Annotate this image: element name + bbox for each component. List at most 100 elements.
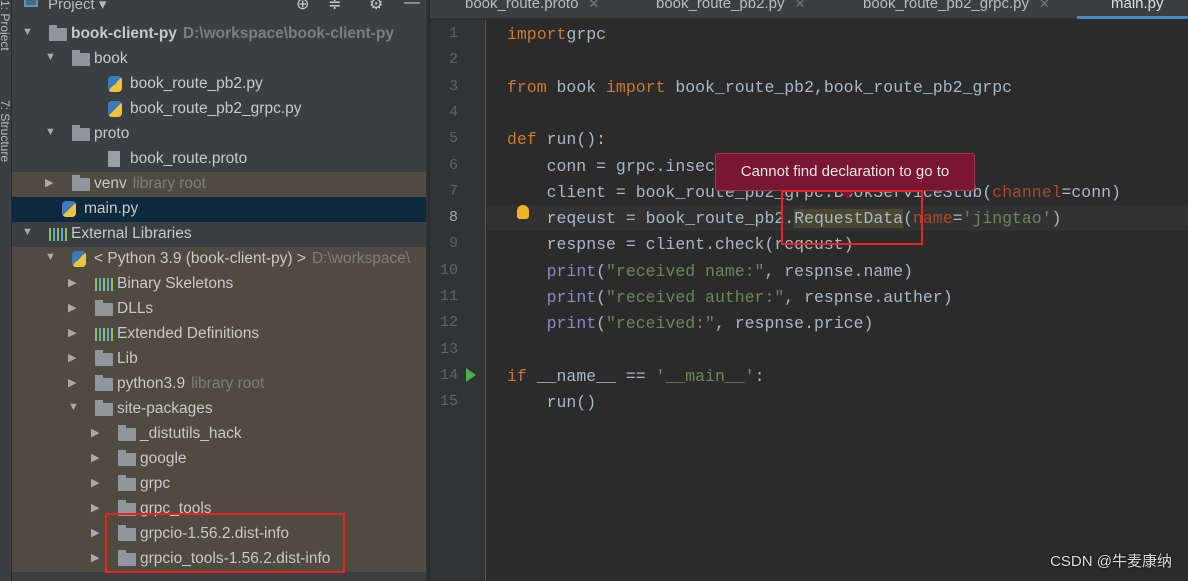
locate-icon[interactable]: ⊕ <box>296 0 309 14</box>
chevron-down-icon[interactable]: ▼ <box>22 226 33 238</box>
tree-item-label: < Python 3.9 (book-client-py) > <box>94 250 306 267</box>
code-token: , respnse.price) <box>714 314 874 334</box>
lightbulb-icon[interactable] <box>517 205 529 219</box>
line-number: 4 <box>448 103 458 121</box>
line-number: 8 <box>448 209 458 227</box>
tree-item[interactable]: main.py <box>12 197 426 222</box>
code-token: def <box>507 130 537 150</box>
project-view-dropdown[interactable]: Project ▾ <box>48 0 106 13</box>
tree-item[interactable]: book_route_pb2.py <box>12 72 426 97</box>
editor-tab[interactable]: book_route_pb2.py ✕ <box>656 0 805 12</box>
tree-item[interactable]: ▶ Lib <box>12 347 426 372</box>
tree-item[interactable]: ▶ _distutils_hack <box>12 422 426 447</box>
line-number: 5 <box>448 130 458 148</box>
code-token: print <box>546 288 597 307</box>
tree-item-hint: library root <box>191 375 265 392</box>
chevron-right-icon[interactable]: ▶ <box>91 551 99 564</box>
line-number: 9 <box>448 235 458 253</box>
code-token: =conn) <box>1061 182 1121 202</box>
tree-item-label: Binary Skeletons <box>117 275 234 292</box>
chevron-right-icon[interactable]: ▶ <box>45 176 53 189</box>
chevron-down-icon[interactable]: ▼ <box>45 251 56 263</box>
close-icon[interactable]: ✕ <box>794 0 805 11</box>
code-editor[interactable]: 1 2 3 4 5 6 7 8 9 10 11 12 13 14 15 importgrpc from boo… <box>430 20 1188 581</box>
project-tool-tab[interactable]: 1: Project <box>0 0 12 51</box>
line-number: 13 <box>439 340 458 358</box>
close-icon[interactable]: ✕ <box>1039 0 1050 11</box>
chevron-right-icon[interactable]: ▶ <box>91 526 99 539</box>
collapse-icon[interactable]: ≑ <box>328 0 341 14</box>
chevron-right-icon[interactable]: ▶ <box>91 501 99 514</box>
python-icon <box>72 251 86 267</box>
chevron-right-icon[interactable]: ▶ <box>68 301 76 314</box>
chevron-right-icon[interactable]: ▶ <box>91 426 99 439</box>
editor-tab[interactable]: main.py <box>1111 0 1164 12</box>
code-token: import <box>507 25 567 44</box>
tree-item[interactable]: ▼ < Python 3.9 (book-client-py) > D:\works… <box>12 247 426 272</box>
tree-item-label: book <box>94 50 128 67</box>
python-file-icon <box>108 76 122 92</box>
tree-item[interactable]: ▼ External Libraries <box>12 222 426 247</box>
tree-item[interactable]: book_route_pb2_grpc.py <box>12 97 426 122</box>
chevron-right-icon[interactable]: ▶ <box>68 351 76 364</box>
chevron-right-icon[interactable]: ▶ <box>68 276 76 289</box>
tree-item-label: External Libraries <box>71 225 192 242</box>
tree-item-label: book_route_pb2.py <box>130 75 263 92</box>
tree-item[interactable]: ▼ book <box>12 47 426 72</box>
code-line: run() <box>507 393 597 412</box>
chevron-right-icon[interactable]: ▶ <box>91 476 99 489</box>
project-panel: Project ▾ ⊕ ≑ ⚙ — ▼ book-client-py D:\work… <box>12 0 428 581</box>
code-token: , respnse.name) <box>764 261 913 281</box>
tree-item[interactable]: ▼ book-client-py D:\workspace\book-client-… <box>12 22 426 47</box>
code-token: print <box>546 261 597 281</box>
chevron-right-icon[interactable]: ▶ <box>68 376 76 389</box>
code-line: if __name__ == '__main__': <box>507 367 764 386</box>
gear-icon[interactable]: ⚙ <box>369 0 383 14</box>
tree-item[interactable]: ▶ google <box>12 447 426 472</box>
tree-item-label: book_route_pb2_grpc.py <box>130 100 302 117</box>
library-icon <box>95 278 113 291</box>
code-line: importgrpc <box>507 25 606 44</box>
chevron-down-icon[interactable]: ▼ <box>45 51 56 63</box>
code-token: __name__ == <box>526 366 656 386</box>
code-line: print("received name:", respnse.name) <box>507 262 913 281</box>
chevron-down-icon[interactable]: ▼ <box>68 401 79 413</box>
close-icon[interactable]: ✕ <box>588 0 599 11</box>
line-number: 3 <box>448 77 458 95</box>
error-tooltip: Cannot find declaration to go to <box>715 153 975 199</box>
tree-item-label: proto <box>94 125 130 142</box>
tree-item-label: main.py <box>84 200 139 217</box>
tree-item-label: python3.9 <box>117 375 186 392</box>
editor-tab[interactable]: book_route.proto ✕ <box>465 0 599 12</box>
watermark: CSDN @牛麦康纳 <box>1050 553 1172 570</box>
tree-item[interactable]: ▼ proto <box>12 122 426 147</box>
chevron-down-icon[interactable]: ▼ <box>22 26 33 38</box>
chevron-down-icon[interactable]: ▼ <box>45 126 56 138</box>
tree-item[interactable]: ▶ DLLs <box>12 297 426 322</box>
line-number: 12 <box>439 314 458 332</box>
tab-label: book_route.proto <box>465 0 579 12</box>
line-gutter: 1 2 3 4 5 6 7 8 9 10 11 12 13 14 15 <box>430 20 486 581</box>
tree-item-label: Extended Definitions <box>117 325 260 342</box>
chevron-right-icon[interactable]: ▶ <box>68 326 76 339</box>
structure-tool-tab[interactable]: 7: Structure <box>0 100 12 162</box>
code-token: , respnse.auther) <box>784 288 953 307</box>
editor-tab[interactable]: book_route_pb2_grpc.py ✕ <box>863 0 1050 12</box>
code-token: 'jingtao' <box>962 209 1052 229</box>
tree-item[interactable]: ▶ grpc <box>12 472 426 497</box>
tree-item[interactable]: ▶ venv library root <box>12 172 426 197</box>
run-icon[interactable] <box>466 368 476 382</box>
tree-item-hint: library root <box>132 175 206 192</box>
tree-item[interactable]: ▶ Extended Definitions <box>12 322 426 347</box>
tree-item[interactable]: ▶ Binary Skeletons <box>12 272 426 297</box>
tree-item[interactable]: ▼ site-packages <box>12 397 426 422</box>
folder-icon <box>118 450 136 466</box>
chevron-right-icon[interactable]: ▶ <box>91 451 99 464</box>
minimize-icon[interactable]: — <box>404 0 420 12</box>
tree-item-label: site-packages <box>117 400 213 417</box>
tree-item[interactable]: book_route.proto <box>12 147 426 172</box>
tree-item-hint: D:\workspace\ <box>311 250 411 267</box>
tree-item[interactable]: ▶ python3.9 library root <box>12 372 426 397</box>
code-token: "received auther:" <box>606 288 785 307</box>
